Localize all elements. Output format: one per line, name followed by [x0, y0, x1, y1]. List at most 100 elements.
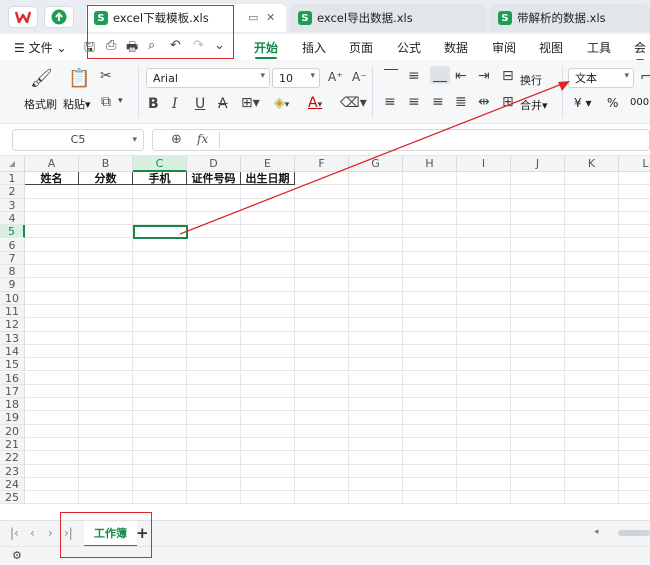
cell-e19[interactable]: [241, 411, 295, 425]
cell-k25[interactable]: [565, 491, 619, 505]
row-header-12[interactable]: 12: [0, 318, 25, 332]
cell-e23[interactable]: [241, 464, 295, 478]
cell-k19[interactable]: [565, 411, 619, 425]
tab-parsed-data[interactable]: S 带解析的数据.xls: [490, 4, 650, 32]
cell-f18[interactable]: [295, 398, 349, 412]
cell-j6[interactable]: [511, 238, 565, 252]
cell-i3[interactable]: [457, 198, 511, 212]
cell-e10[interactable]: [241, 291, 295, 305]
cell-d11[interactable]: [187, 305, 241, 319]
cell-b13[interactable]: [79, 331, 133, 345]
cell-h16[interactable]: [403, 371, 457, 385]
cell-j23[interactable]: [511, 464, 565, 478]
cell-j21[interactable]: [511, 438, 565, 452]
cell-b10[interactable]: [79, 291, 133, 305]
cell-c13[interactable]: [133, 331, 187, 345]
menu-home[interactable]: 开始: [254, 39, 278, 56]
cell-b25[interactable]: [79, 491, 133, 505]
row-header-18[interactable]: 18: [0, 398, 25, 412]
cell-j18[interactable]: [511, 398, 565, 412]
cell-a19[interactable]: [25, 411, 79, 425]
cell-g6[interactable]: [349, 238, 403, 252]
cell-g17[interactable]: [349, 384, 403, 399]
strikethrough-icon[interactable]: A: [218, 96, 228, 112]
cell-h5[interactable]: [403, 225, 457, 239]
cell-h12[interactable]: [403, 318, 457, 332]
cell-d17[interactable]: [187, 384, 241, 399]
cell-c22[interactable]: [133, 451, 187, 465]
cell-d9[interactable]: [187, 278, 241, 292]
cell-i15[interactable]: [457, 358, 511, 372]
cell-b17[interactable]: [79, 384, 133, 399]
cell-k3[interactable]: [565, 198, 619, 212]
cell-j20[interactable]: [511, 424, 565, 438]
cell-f1[interactable]: [295, 172, 349, 186]
redo-icon[interactable]: ↷: [193, 38, 204, 53]
row-header-25[interactable]: 25: [0, 491, 25, 505]
cell-e20[interactable]: [241, 424, 295, 438]
cell-d19[interactable]: [187, 411, 241, 425]
cell-i12[interactable]: [457, 318, 511, 332]
cell-l12[interactable]: [619, 318, 650, 332]
cell-i6[interactable]: [457, 238, 511, 252]
cell-j24[interactable]: [511, 477, 565, 492]
cell-h10[interactable]: [403, 291, 457, 305]
cell-h11[interactable]: [403, 305, 457, 319]
cell-f22[interactable]: [295, 451, 349, 465]
row-header-11[interactable]: 11: [0, 305, 25, 319]
menu-review[interactable]: 审阅: [492, 39, 516, 56]
column-header-f[interactable]: F: [295, 156, 349, 172]
cell-k1[interactable]: [565, 172, 619, 186]
row-header-16[interactable]: 16: [0, 371, 25, 385]
cell-d6[interactable]: [187, 238, 241, 252]
row-header-4[interactable]: 4: [0, 211, 25, 226]
cell-l11[interactable]: [619, 305, 650, 319]
row-header-1[interactable]: 1: [0, 172, 25, 186]
cell-b7[interactable]: [79, 251, 133, 266]
copy-icon[interactable]: ⧉: [101, 94, 111, 110]
cell-k2[interactable]: [565, 185, 619, 199]
row-header-2[interactable]: 2: [0, 185, 25, 199]
cell-h22[interactable]: [403, 451, 457, 465]
cell-c14[interactable]: [133, 344, 187, 359]
cell-g16[interactable]: [349, 371, 403, 385]
select-all-corner[interactable]: ◢: [0, 156, 25, 172]
cell-g25[interactable]: [349, 491, 403, 505]
cell-l23[interactable]: [619, 465, 650, 478]
column-header-j[interactable]: J: [511, 156, 565, 172]
column-header-c[interactable]: C: [133, 156, 187, 172]
cell-f5[interactable]: [295, 225, 349, 239]
cell-g9[interactable]: [349, 278, 403, 292]
format-painter-icon[interactable]: 🖌: [30, 68, 53, 89]
row-header-24[interactable]: 24: [0, 477, 25, 492]
cell-i7[interactable]: [457, 251, 511, 266]
cell-a3[interactable]: [25, 198, 79, 212]
add-sheet-icon[interactable]: +: [136, 524, 149, 542]
cell-k16[interactable]: [565, 371, 619, 385]
cell-g12[interactable]: [349, 318, 403, 332]
row-header-15[interactable]: 15: [0, 358, 25, 372]
align-middle-icon[interactable]: ≡: [408, 68, 420, 84]
cell-f20[interactable]: [295, 424, 349, 438]
cell-c3[interactable]: [133, 198, 187, 212]
cell-d3[interactable]: [187, 198, 241, 212]
font-size-select[interactable]: 10 ▾: [272, 68, 320, 88]
column-header-g[interactable]: G: [349, 156, 403, 172]
row-header-6[interactable]: 6: [0, 238, 25, 252]
cell-i9[interactable]: [457, 278, 511, 292]
cell-l15[interactable]: [619, 358, 650, 372]
cell-i2[interactable]: [457, 185, 511, 199]
cell-g4[interactable]: [349, 211, 403, 226]
cell-b11[interactable]: [79, 305, 133, 319]
cell-c12[interactable]: [133, 318, 187, 332]
cell-l19[interactable]: [619, 411, 650, 425]
cell-g14[interactable]: [349, 344, 403, 359]
cell-d4[interactable]: [187, 211, 241, 226]
cell-g15[interactable]: [349, 358, 403, 372]
cell-j16[interactable]: [511, 371, 565, 385]
cell-e13[interactable]: [241, 331, 295, 345]
column-header-k[interactable]: K: [565, 156, 619, 172]
cell-a4[interactable]: [25, 211, 79, 226]
cell-k9[interactable]: [565, 278, 619, 292]
cell-a13[interactable]: [25, 331, 79, 345]
